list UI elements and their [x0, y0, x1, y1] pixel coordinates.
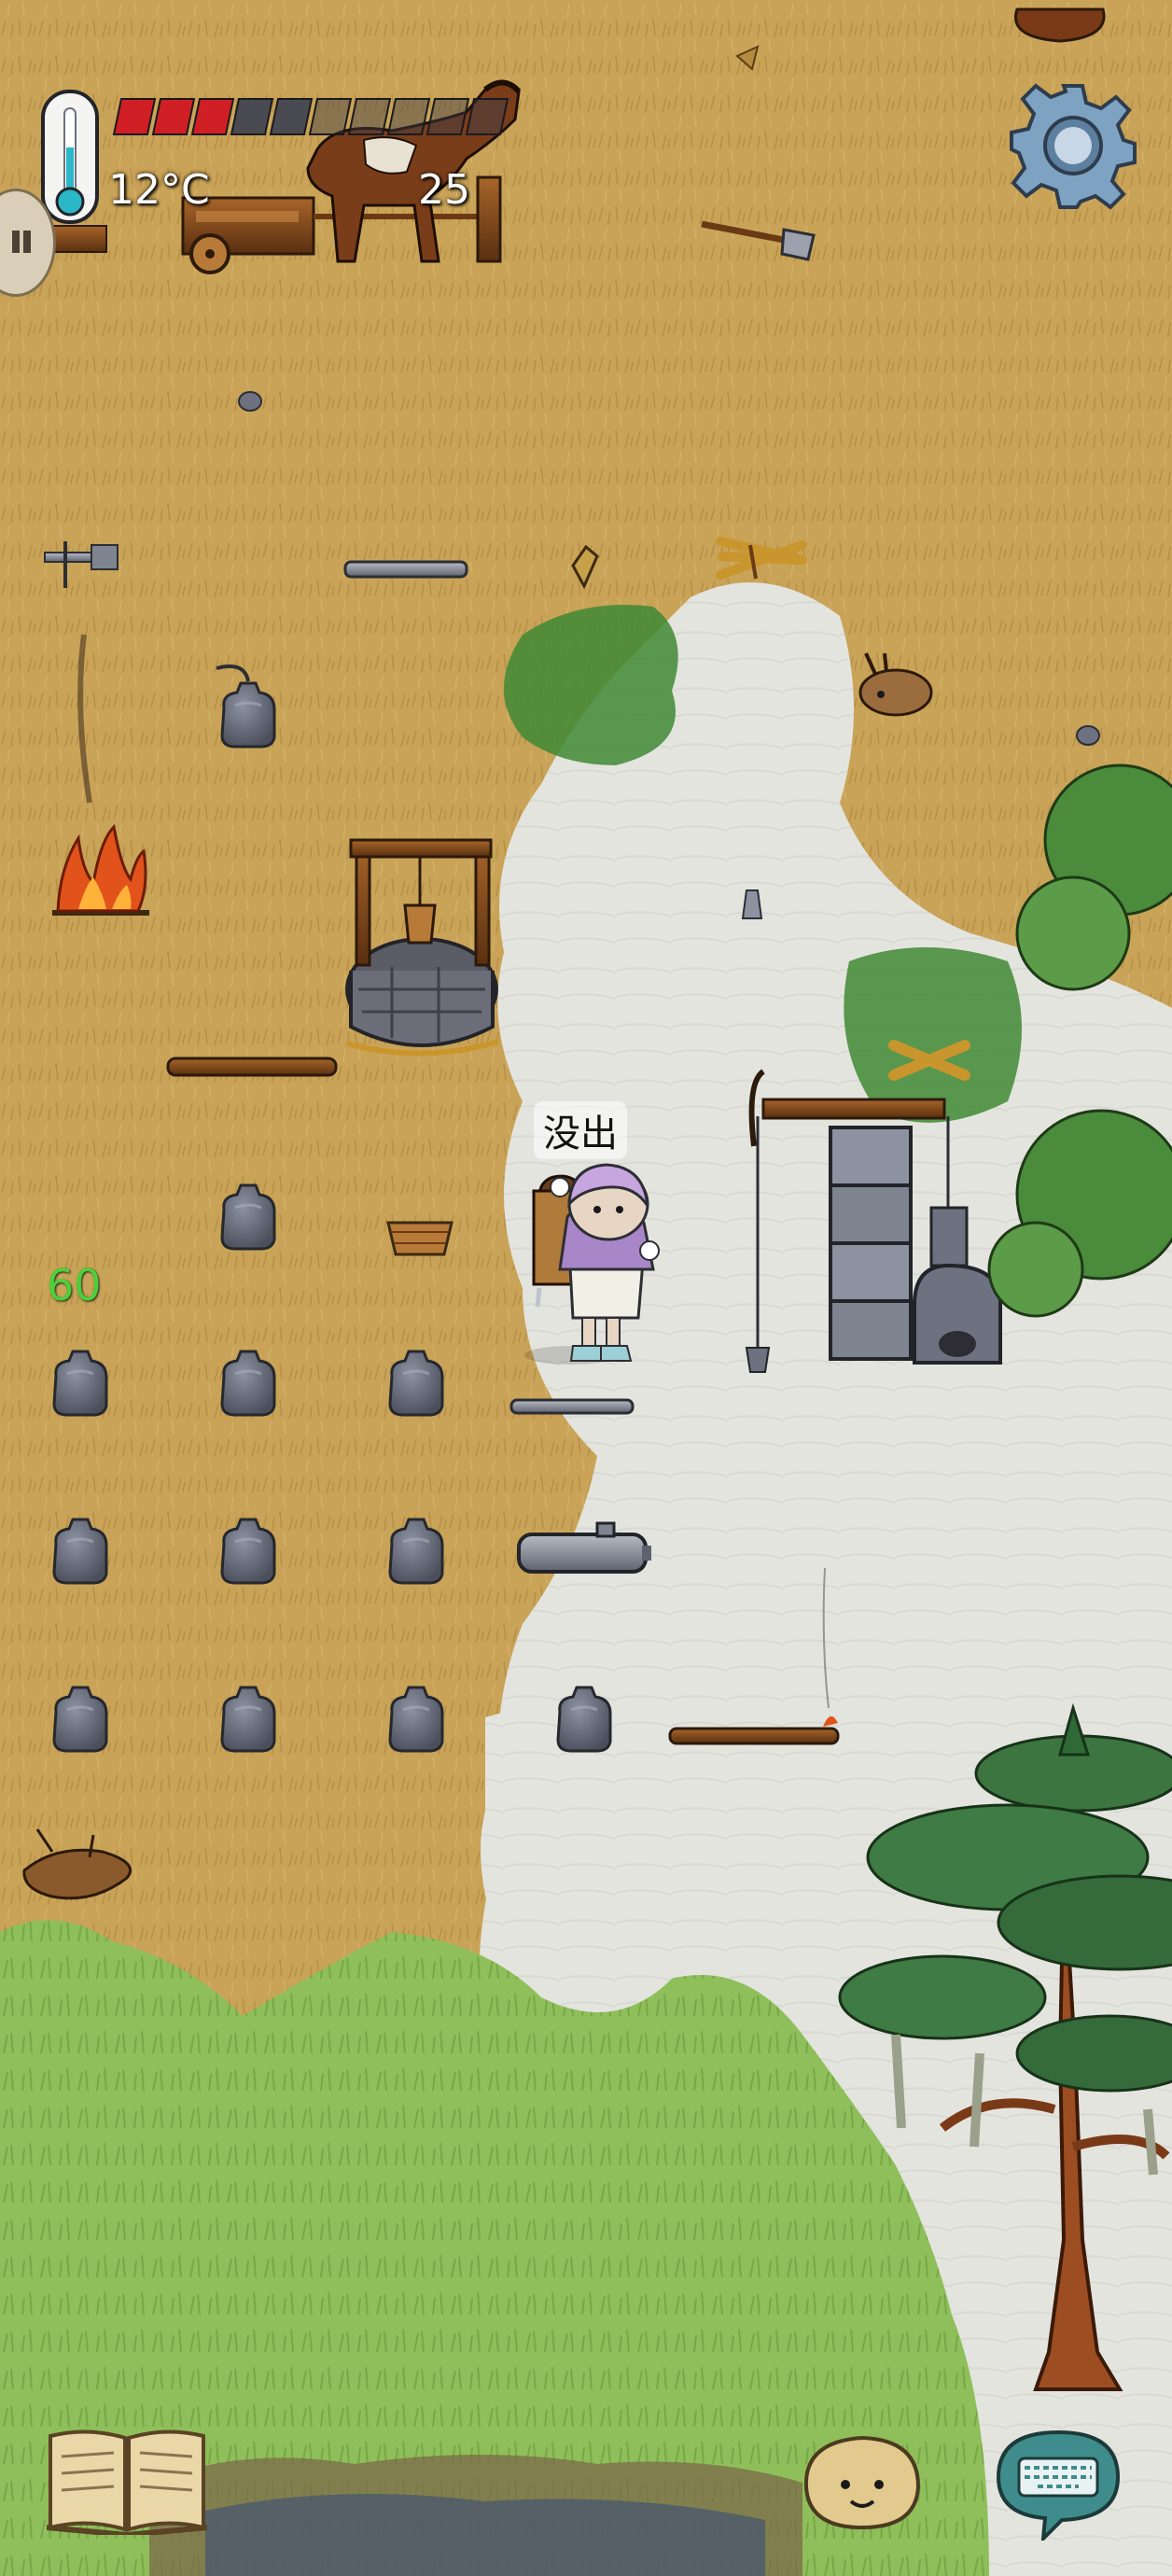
pause-icon: [12, 231, 31, 253]
hp-counter: 60: [47, 1260, 102, 1310]
steel-pipe-item[interactable]: [509, 1398, 635, 1415]
food-pip-filled: [190, 98, 235, 135]
chat-button[interactable]: [987, 2425, 1127, 2544]
recipe-book-button[interactable]: [46, 2425, 208, 2539]
game-world[interactable]: [0, 0, 1172, 2576]
settings-button[interactable]: [1008, 80, 1138, 211]
temperature-readout: 12°C: [108, 166, 210, 214]
steel-pipe-item[interactable]: [343, 560, 468, 579]
food-pip-empty: [426, 98, 470, 135]
food-pip-empty: [386, 98, 431, 135]
gear-icon: [1010, 83, 1137, 210]
food-pip-empty: [230, 98, 274, 135]
food-pip-empty: [269, 98, 314, 135]
food-meter: [112, 98, 509, 135]
food-pip-empty: [308, 98, 353, 135]
side-tab-button[interactable]: [0, 189, 56, 297]
food-pip-empty: [347, 98, 392, 135]
game-viewport[interactable]: 12°C 25 没出 60: [0, 0, 1172, 2576]
food-pip-filled: [151, 98, 196, 135]
log-item[interactable]: [166, 1057, 338, 1077]
pebble[interactable]: [238, 391, 262, 412]
book-icon: [46, 2429, 208, 2539]
pebble[interactable]: [1076, 725, 1100, 746]
green-moss-patch-2: [844, 947, 1022, 1123]
food-pip-filled: [112, 98, 157, 135]
player-name-label: 没出: [534, 1101, 627, 1159]
food-pip-empty: [465, 98, 509, 135]
keyboard-icon: [996, 2429, 1121, 2544]
emote-face-icon: [803, 2435, 921, 2530]
emote-button[interactable]: [797, 2430, 926, 2533]
basket-item[interactable]: [386, 1221, 453, 1256]
small-tool-item[interactable]: [741, 889, 763, 919]
age-counter: 25: [418, 166, 470, 214]
water-strip: [205, 2494, 765, 2576]
